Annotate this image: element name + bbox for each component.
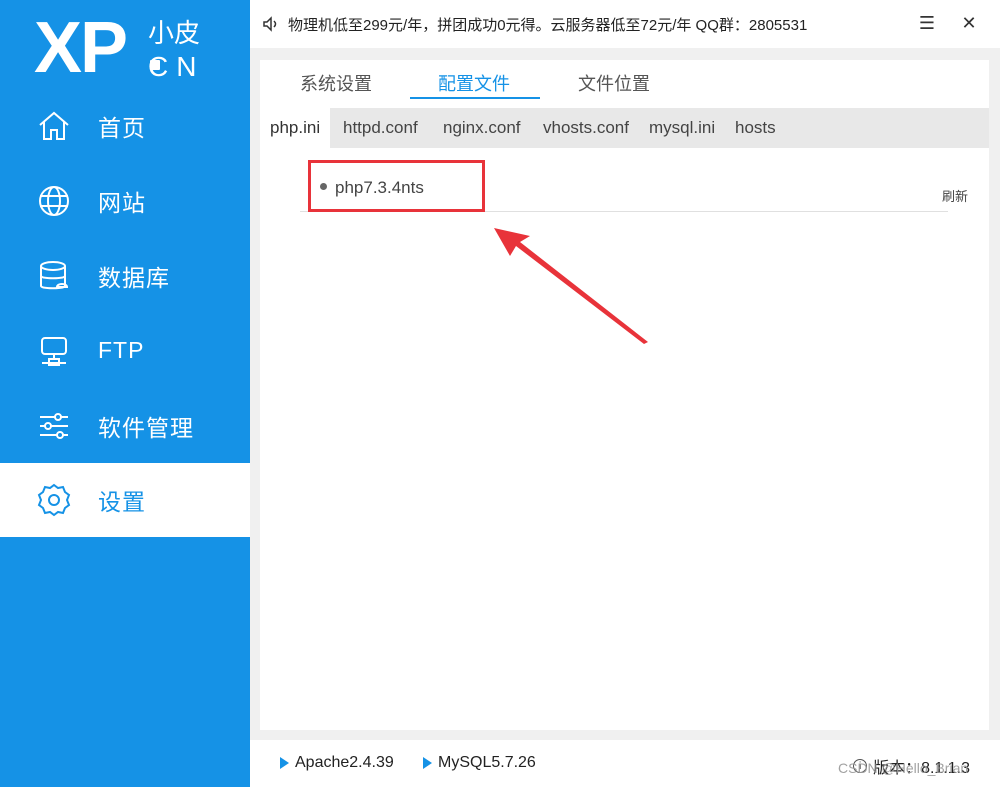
sidebar-item-software[interactable]: 软件管理	[0, 388, 250, 463]
subtab-hosts[interactable]: hosts	[735, 108, 776, 148]
logo-xp: XP	[34, 8, 128, 88]
play-icon	[423, 757, 432, 769]
menu-icon: ☰	[918, 12, 936, 33]
apache-label: Apache2.4.39	[295, 754, 394, 771]
sidebar-item-label: 设置	[98, 489, 146, 515]
sidebar-item-label: 软件管理	[98, 414, 194, 441]
sidebar-item-label: FTP	[98, 337, 145, 363]
sidebar-item-label: 网站	[98, 189, 146, 216]
gear-icon	[36, 482, 72, 518]
close-button[interactable]: ✕	[958, 12, 980, 34]
announcement[interactable]: 物理机低至299元/年，拼团成功0元得。云服务器低至72元/年 QQ群：2805…	[262, 12, 807, 36]
speaker-icon	[263, 16, 277, 32]
announcement-text: 物理机低至299元/年，拼团成功0元得。云服务器低至72元/年 QQ群：2805…	[288, 16, 808, 34]
home-icon	[36, 108, 72, 144]
config-file-tabs: php.ini httpd.conf nginx.conf vhosts.con…	[260, 108, 989, 148]
sliders-icon	[36, 408, 72, 444]
subtab-vhosts-conf[interactable]: vhosts.conf	[543, 108, 629, 148]
watermark: CSDN @Hello_Brian	[838, 760, 969, 776]
sidebar-item-label: 数据库	[98, 264, 170, 291]
annotation-arrow-icon	[494, 228, 648, 344]
menu-button[interactable]: ☰	[916, 12, 938, 34]
logo-small: 小皮	[148, 18, 201, 48]
mysql-service[interactable]: MySQL5.7.26	[423, 754, 536, 772]
app-logo: XP 小皮 CN	[34, 8, 234, 88]
sidebar-item-database[interactable]: 数据库	[0, 238, 250, 313]
tab-config-files[interactable]: 配置文件	[438, 70, 510, 100]
annotation-highlight-box	[308, 160, 485, 212]
close-icon: ✕	[961, 12, 977, 33]
sidebar: XP 小皮 CN 首页 网站 数据库 FTP 软件管理 设置	[0, 0, 250, 787]
sidebar-item-home[interactable]: 首页	[0, 88, 250, 163]
subtab-mysql-ini[interactable]: mysql.ini	[649, 108, 715, 148]
subtab-httpd-conf[interactable]: httpd.conf	[343, 108, 418, 148]
apache-service[interactable]: Apache2.4.39	[280, 754, 394, 772]
subtab-nginx-conf[interactable]: nginx.conf	[443, 108, 521, 148]
top-bar: 物理机低至299元/年，拼团成功0元得。云服务器低至72元/年 QQ群：2805…	[250, 0, 1000, 48]
refresh-button[interactable]: 刷新	[942, 186, 968, 205]
database-icon	[36, 258, 72, 294]
tab-system-settings[interactable]: 系统设置	[300, 70, 372, 100]
sidebar-item-website[interactable]: 网站	[0, 163, 250, 238]
sidebar-nav: 首页 网站 数据库 FTP 软件管理 设置	[0, 88, 250, 537]
sidebar-item-label: 首页	[98, 114, 146, 141]
sidebar-item-ftp[interactable]: FTP	[0, 313, 250, 388]
mysql-label: MySQL5.7.26	[438, 754, 536, 771]
settings-tabs: 系统设置 配置文件 文件位置	[260, 60, 989, 108]
active-tab-indicator	[410, 97, 540, 99]
globe-icon	[36, 183, 72, 219]
sidebar-item-settings[interactable]: 设置	[0, 463, 250, 537]
subtab-php-ini[interactable]: php.ini	[260, 108, 331, 148]
logo-cn: CN	[148, 51, 205, 82]
tab-file-location[interactable]: 文件位置	[578, 70, 650, 100]
play-icon	[280, 757, 289, 769]
server-icon	[36, 333, 72, 369]
